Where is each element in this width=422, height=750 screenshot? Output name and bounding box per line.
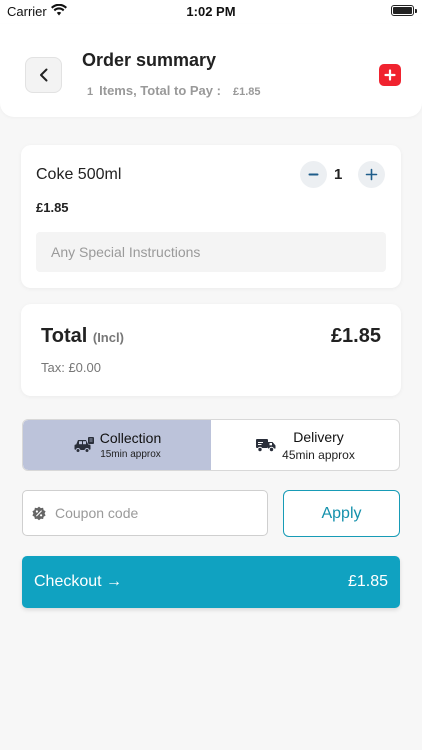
tax-amount: Tax: £0.00 xyxy=(41,360,101,375)
cart-item-card: Coke 500ml £1.85 1 xyxy=(21,145,401,288)
coupon-code-input[interactable] xyxy=(55,491,261,535)
increase-quantity-button[interactable] xyxy=(358,161,385,188)
back-button[interactable] xyxy=(25,57,62,93)
total-incl-label: (Incl) xyxy=(92,330,124,345)
plus-icon xyxy=(365,168,378,181)
clock: 1:02 PM xyxy=(186,4,236,19)
items-total-label: Items, Total to Pay : xyxy=(99,83,221,98)
add-item-button[interactable] xyxy=(379,64,401,86)
coupon-field xyxy=(22,490,268,536)
delivery-truck-icon xyxy=(256,439,276,453)
item-name: Coke 500ml xyxy=(36,166,122,183)
checkout-label: Checkout → xyxy=(34,573,123,590)
total-title: Total xyxy=(41,325,88,347)
discount-badge-icon xyxy=(32,506,46,521)
item-price: £1.85 xyxy=(36,200,69,215)
decrease-quantity-button[interactable] xyxy=(300,161,327,188)
total-card: Total (Incl) £1.85 Tax: £0.00 xyxy=(21,304,401,396)
chevron-left-icon xyxy=(39,68,47,82)
delivery-option[interactable]: Delivery 45min approx xyxy=(211,420,399,470)
order-summary-header: Order summary 1 Items, Total to Pay : £1.8… xyxy=(0,24,422,117)
item-count: 1 xyxy=(87,86,94,98)
order-summary-subtitle: 1 Items, Total to Pay : £1.85 xyxy=(87,83,261,98)
collection-time: 15min approx xyxy=(100,449,161,460)
quantity-value: 1 xyxy=(334,166,343,183)
delivery-time: 45min approx xyxy=(282,447,355,462)
apply-coupon-button[interactable]: Apply xyxy=(283,490,400,537)
collection-option[interactable]: Collection 15min approx xyxy=(23,420,211,470)
header-total: £1.85 xyxy=(232,86,261,98)
minus-icon xyxy=(308,173,319,176)
status-bar: Carrier 1:02 PM xyxy=(0,0,422,24)
checkout-amount: £1.85 xyxy=(347,573,388,590)
delivery-title: Delivery xyxy=(293,428,344,445)
battery-icon xyxy=(391,5,417,16)
plus-icon xyxy=(384,69,396,81)
total-label: Total (Incl) xyxy=(41,325,124,348)
special-instructions-input[interactable] xyxy=(36,232,386,272)
page-title: Order summary xyxy=(82,50,217,70)
total-amount: £1.85 xyxy=(330,325,381,347)
collection-title: Collection xyxy=(99,430,162,446)
order-method-toggle: Collection 15min approx Delivery 45min a… xyxy=(22,419,400,471)
car-icon xyxy=(74,437,94,453)
checkout-button[interactable]: Checkout → £1.85 xyxy=(22,556,400,608)
